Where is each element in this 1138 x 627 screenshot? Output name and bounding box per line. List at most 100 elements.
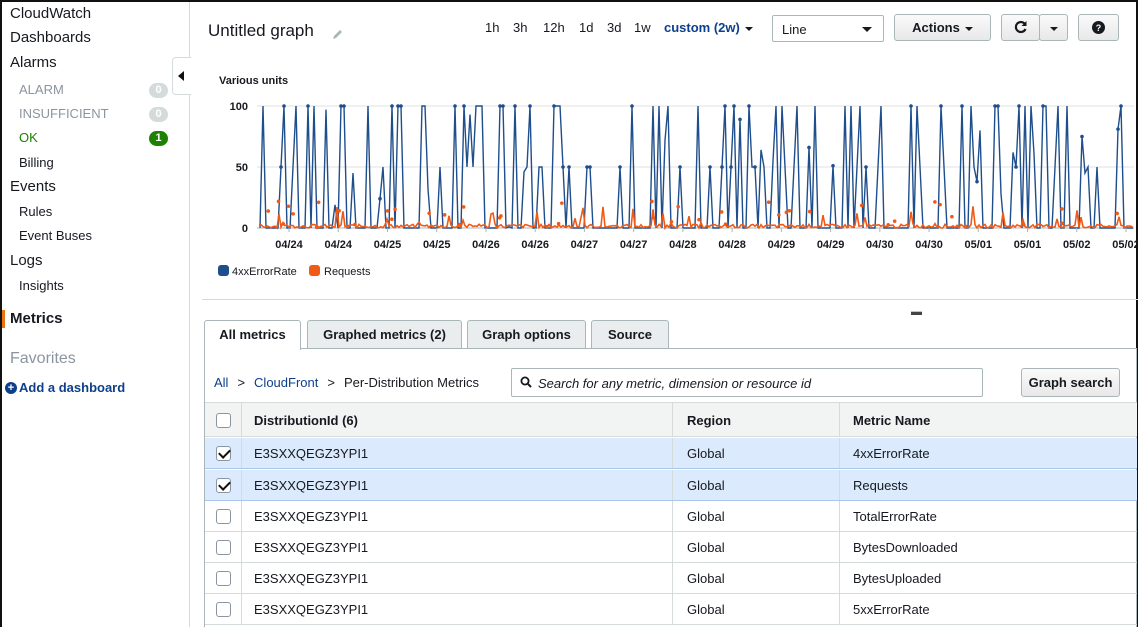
caret-down-icon	[1049, 26, 1058, 31]
nav-metrics[interactable]: Metrics	[10, 310, 63, 327]
breadcrumb-cloudfront[interactable]: CloudFront	[254, 375, 318, 390]
table-header-row: DistributionId (6) Region Metric Name	[205, 402, 1137, 437]
cell-metric-name: 5xxErrorRate	[853, 602, 930, 617]
add-dashboard-label: Add a dashboard	[19, 380, 126, 395]
range-1d[interactable]: 1d	[579, 20, 593, 35]
data-point-requests	[314, 225, 319, 230]
metrics-chart[interactable]: Various units 100 50 0 04/24 04/24 04/25 04/2…	[202, 68, 1138, 298]
data-point-requests	[950, 214, 954, 219]
x-tick-label: 04/25	[374, 239, 402, 251]
data-point-requests	[669, 220, 674, 224]
help-button[interactable]: ?	[1078, 14, 1119, 41]
row-checkbox[interactable]	[216, 509, 231, 524]
select-all-checkbox[interactable]	[216, 413, 231, 428]
range-12h[interactable]: 12h	[543, 20, 565, 35]
alarm-count-badge: 0	[149, 83, 168, 98]
nav-cloudwatch[interactable]: CloudWatch	[10, 5, 91, 22]
col-metric-name[interactable]: Metric Name	[853, 403, 930, 436]
x-tick-label: 05/01	[965, 239, 993, 251]
refresh-icon	[1014, 20, 1027, 34]
range-3d[interactable]: 3d	[607, 20, 621, 35]
help-icon: ?	[1092, 21, 1105, 34]
breadcrumb-all[interactable]: All	[214, 375, 228, 390]
metric-search-box[interactable]	[511, 368, 983, 397]
y-tick-label: 50	[236, 162, 248, 174]
data-point-4xxerrorrate	[708, 165, 712, 169]
table-row[interactable]: E3SXXQEGZ3YPI1 Global 5xxErrorRate	[205, 594, 1137, 625]
search-input[interactable]	[538, 373, 978, 393]
add-dashboard-link[interactable]: + Add a dashboard	[5, 380, 125, 395]
pencil-icon[interactable]	[332, 28, 344, 40]
row-checkbox[interactable]	[216, 540, 231, 555]
table-row[interactable]: E3SXXQEGZ3YPI1 Global Requests	[205, 470, 1137, 501]
range-1h[interactable]: 1h	[485, 20, 499, 35]
data-point-requests	[1060, 221, 1065, 226]
data-point-4xxerrorrate	[378, 196, 382, 201]
legend-requests[interactable]: Requests	[324, 266, 371, 278]
x-tick-label: 04/30	[915, 239, 943, 251]
data-point-requests	[807, 209, 812, 214]
data-point-requests	[393, 207, 397, 212]
cell-distribution-id: E3SXXQEGZ3YPI1	[254, 478, 369, 493]
legend-4xxerrorrate[interactable]: 4xxErrorRate	[232, 266, 297, 278]
breadcrumb-separator: >	[237, 375, 246, 390]
nav-events[interactable]: Events	[10, 178, 56, 195]
cell-metric-name: Requests	[853, 478, 908, 493]
row-checkbox[interactable]	[216, 571, 231, 586]
x-tick-label: 05/02	[1112, 239, 1138, 251]
refresh-button[interactable]	[1001, 14, 1040, 41]
actions-button[interactable]: Actions	[894, 14, 991, 41]
tab-graphed-metrics[interactable]: Graphed metrics (2)	[307, 320, 462, 349]
graph-title[interactable]: Untitled graph	[208, 21, 314, 41]
cell-region: Global	[687, 478, 725, 493]
col-distribution-id[interactable]: DistributionId (6)	[254, 403, 358, 436]
range-1w[interactable]: 1w	[634, 20, 651, 35]
insufficient-count-badge: 0	[149, 107, 168, 122]
row-checkbox[interactable]	[216, 478, 231, 493]
refresh-interval-dropdown[interactable]	[1039, 14, 1068, 41]
nav-alarms[interactable]: Alarms	[10, 54, 57, 71]
range-3h[interactable]: 3h	[513, 20, 527, 35]
nav-dashboards[interactable]: Dashboards	[10, 29, 91, 46]
x-tick-label: 04/30	[866, 239, 894, 251]
data-point-4xxerrorrate	[552, 104, 556, 108]
nav-insights[interactable]: Insights	[19, 278, 64, 293]
row-checkbox[interactable]	[216, 446, 231, 461]
data-point-4xxerrorrate	[939, 104, 943, 108]
graph-search-button[interactable]: Graph search	[1021, 368, 1120, 397]
nav-rules[interactable]: Rules	[19, 204, 52, 219]
col-region[interactable]: Region	[687, 403, 731, 436]
nav-alarm-state-ok[interactable]: OK	[19, 130, 38, 145]
nav-alarm-state-alarm[interactable]: ALARM	[19, 82, 64, 97]
nav-billing[interactable]: Billing	[19, 155, 54, 170]
table-row[interactable]: E3SXXQEGZ3YPI1 Global BytesDownloaded	[205, 532, 1137, 563]
nav-event-buses[interactable]: Event Buses	[19, 228, 92, 243]
nav-alarm-state-insufficient[interactable]: INSUFFICIENT	[19, 106, 109, 121]
data-point-4xxerrorrate	[732, 104, 736, 108]
table-row[interactable]: E3SXXQEGZ3YPI1 Global BytesUploaded	[205, 563, 1137, 594]
cell-distribution-id: E3SXXQEGZ3YPI1	[254, 602, 369, 617]
x-tick-label: 04/27	[620, 239, 648, 251]
data-point-4xxerrorrate	[1080, 134, 1084, 139]
nav-logs[interactable]: Logs	[10, 252, 43, 269]
table-row[interactable]: E3SXXQEGZ3YPI1 Global 4xxErrorRate	[205, 438, 1137, 469]
data-point-4xxerrorrate	[588, 165, 592, 169]
data-point-4xxerrorrate	[513, 104, 517, 108]
cell-metric-name: BytesUploaded	[853, 571, 942, 586]
table-row[interactable]: E3SXXQEGZ3YPI1 Global TotalErrorRate	[205, 501, 1137, 532]
resize-grip-icon[interactable]: ▬	[911, 306, 922, 318]
caret-left-icon	[178, 71, 184, 81]
ok-count-badge: 1	[149, 131, 168, 146]
collapse-sidebar-button[interactable]	[172, 57, 191, 95]
data-point-4xxerrorrate	[453, 104, 457, 108]
range-custom[interactable]: custom (2w)	[664, 20, 753, 35]
chart-type-select[interactable]: Line	[772, 15, 884, 42]
row-checkbox[interactable]	[216, 602, 231, 617]
data-point-requests	[787, 208, 792, 213]
tab-all-metrics[interactable]: All metrics	[204, 320, 301, 350]
tab-source[interactable]: Source	[591, 320, 669, 349]
data-point-4xxerrorrate	[630, 104, 634, 108]
data-point-requests	[650, 199, 654, 204]
data-point-4xxerrorrate	[738, 117, 742, 122]
tab-graph-options[interactable]: Graph options	[467, 320, 586, 349]
